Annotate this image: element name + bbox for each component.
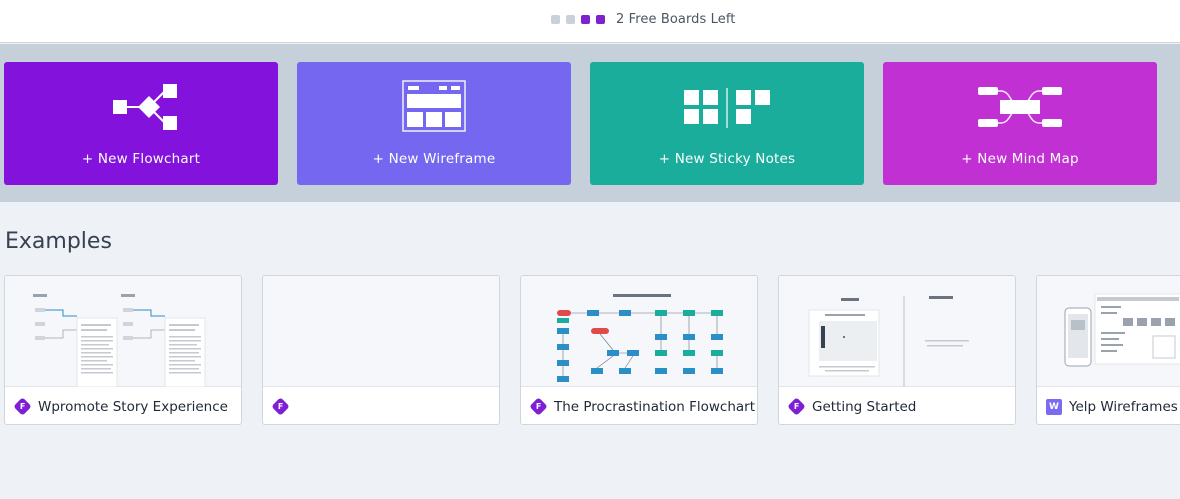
mind-map-icon [978,87,1062,127]
board-slot-dot [551,14,560,24]
example-card-procrastination[interactable]: F The Procrastination Flowchart [520,275,758,425]
new-flowchart-label: + New Flowchart [81,151,201,167]
flowchart-icon [113,84,177,130]
board-slot-dot [596,14,605,24]
example-thumbnail [5,276,241,387]
new-flowchart-button[interactable]: + New Flowchart [4,62,278,185]
examples-heading: Examples [5,229,112,254]
example-card-footer: F The Procrastination Flowchart [521,387,757,424]
new-mind-map-label: + New Mind Map [961,151,1079,167]
example-thumbnail [521,276,757,387]
flowchart-badge-icon: F [271,397,290,416]
example-card-getting-started[interactable]: F Getting Started [778,275,1016,425]
free-boards-left-text: 2 Free Boards Left [616,11,736,27]
sticky-notes-icon [684,88,770,128]
example-card-wpromote[interactable]: F Wpromote Story Experience [4,275,242,425]
example-card-footer: F Getting Started [779,387,1015,424]
board-slot-dot [581,14,590,24]
example-card-title: The Procrastination Flowchart [554,398,756,415]
new-wireframe-label: + New Wireframe [372,151,496,167]
example-card-footer: F Wpromote Story Experience [5,387,241,424]
example-card-title: Getting Started [812,398,917,415]
example-card-untitled[interactable]: F [262,275,500,425]
example-card-footer: F [263,387,499,424]
example-thumbnail [1037,276,1180,387]
example-thumbnail [779,276,1015,387]
flowchart-badge-icon: F [13,397,32,416]
example-card-footer: W Yelp Wireframes [1037,387,1180,424]
new-wireframe-button[interactable]: + New Wireframe [297,62,571,185]
example-card-title: Wpromote Story Experience [38,398,228,415]
example-card-yelp-wireframes[interactable]: W Yelp Wireframes [1036,275,1180,425]
new-sticky-notes-button[interactable]: + New Sticky Notes [590,62,864,185]
new-sticky-notes-label: + New Sticky Notes [658,151,796,167]
wireframe-icon [402,80,466,132]
example-card-title: Yelp Wireframes [1069,398,1178,415]
free-boards-indicator: 2 Free Boards Left [551,11,736,27]
top-bar: 2 Free Boards Left [0,0,1180,43]
new-board-templates: + New Flowchart + New Wireframe + New St… [0,44,1180,202]
flowchart-badge-icon: F [787,397,806,416]
new-mind-map-button[interactable]: + New Mind Map [883,62,1157,185]
wireframe-badge-icon: W [1046,398,1062,415]
flowchart-badge-icon: F [529,397,548,416]
board-slot-dot [566,14,575,24]
example-thumbnail [263,276,499,387]
